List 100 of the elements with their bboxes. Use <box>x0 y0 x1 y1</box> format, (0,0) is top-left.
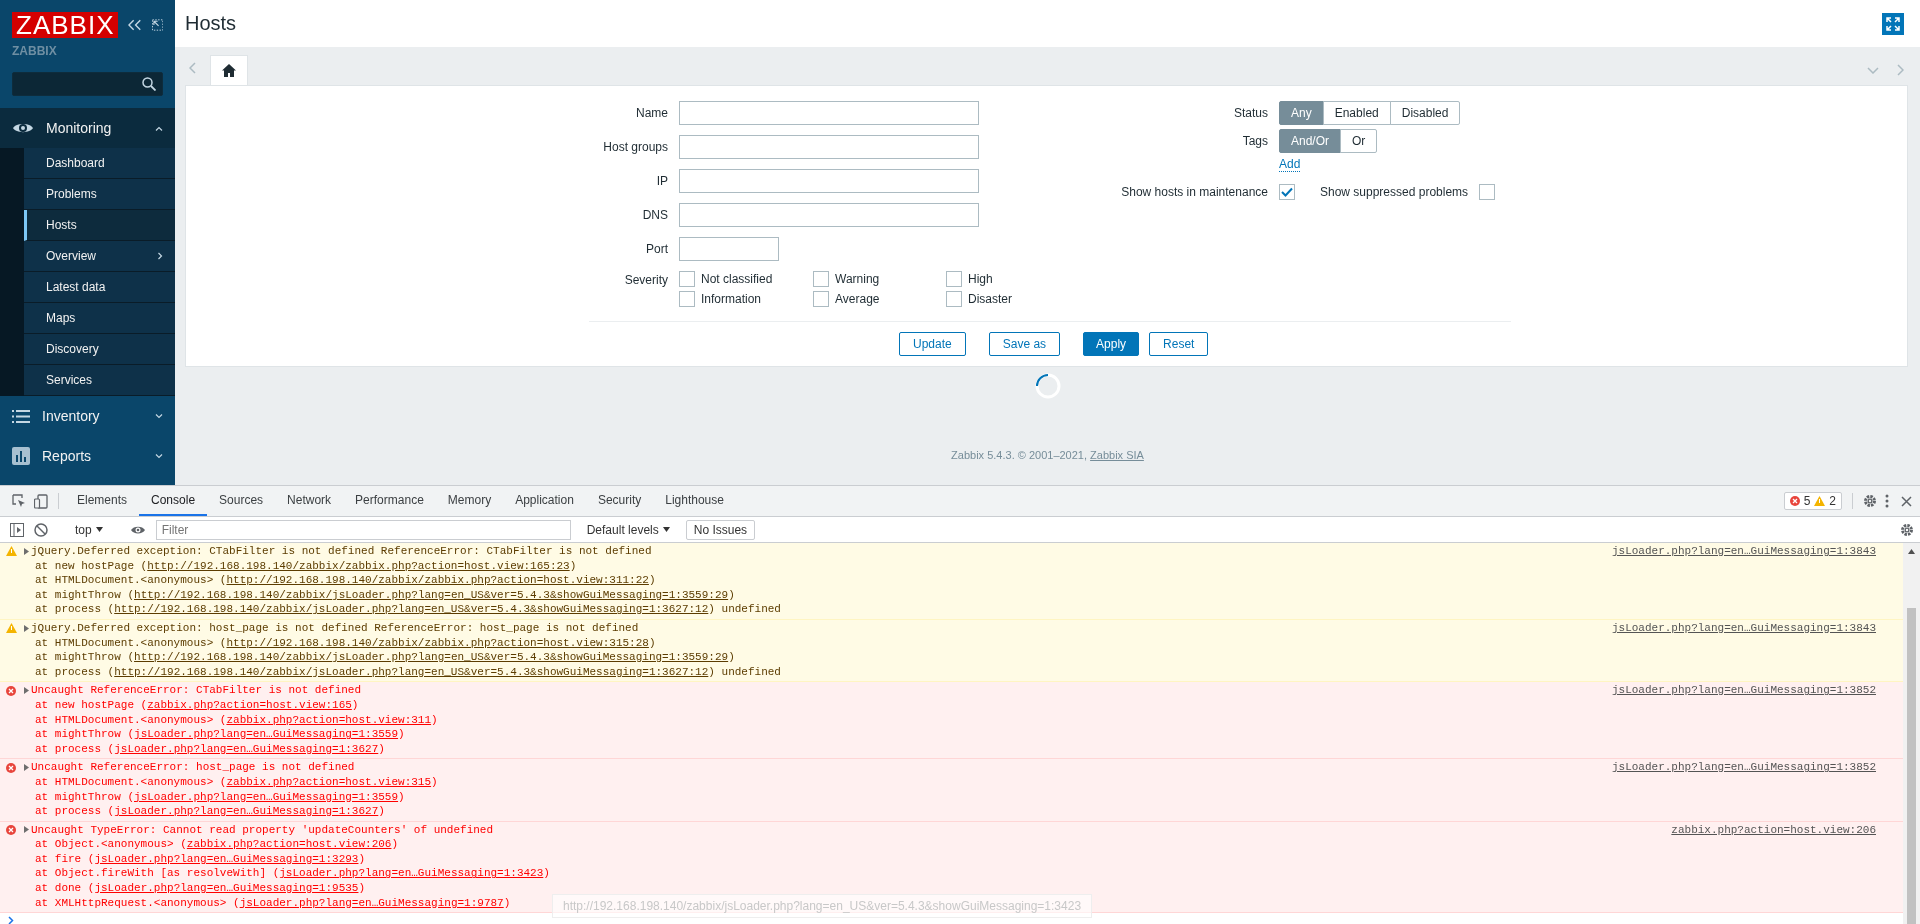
issues-button[interactable]: No Issues <box>685 519 756 540</box>
stack-frame: at mightThrow (http://192.168.198.140/zabbix/jsLoader.php?lang=en_US&ver=5.4.3&showGuiMessaging=1:3559:29) <box>35 587 735 603</box>
checkbox[interactable] <box>1479 184 1496 200</box>
field-label: Port <box>645 241 668 258</box>
scroll-up-icon[interactable] <box>1908 549 1915 554</box>
source-link[interactable]: jsLoader.php?lang=en…GuiMessaging=1:3293 <box>94 852 359 865</box>
search-field[interactable] <box>12 72 163 96</box>
source-link[interactable]: jsLoader.php?lang=en…GuiMessaging=1:3627 <box>114 805 379 818</box>
field-label: Status <box>1232 105 1268 122</box>
source-link[interactable]: jsLoader.php?lang=en…GuiMessaging=1:3559 <box>134 790 399 803</box>
input-field[interactable] <box>679 135 979 159</box>
filter-button[interactable]: Save as <box>988 332 1061 356</box>
levels-selector[interactable]: Default levels <box>580 522 676 537</box>
devtools-tab[interactable]: Network <box>275 486 344 516</box>
checkbox[interactable] <box>813 291 829 307</box>
devtools-tab[interactable]: Security <box>585 486 654 516</box>
message-text: jQuery.Deferred exception: CTabFilter is not defined ReferenceError: CTabFilter is not defined <box>31 544 652 559</box>
expand-triangle-icon[interactable] <box>24 687 29 695</box>
issue-counter[interactable]: 5 2 <box>1783 492 1842 510</box>
source-link[interactable]: zabbix.php?action=host.view:165 <box>147 698 352 711</box>
filter-button[interactable]: Reset <box>1149 332 1209 356</box>
segment-button[interactable]: Or <box>1340 129 1378 153</box>
submenu-item[interactable]: Overview <box>24 241 175 272</box>
filter-button[interactable]: Apply <box>1083 332 1140 356</box>
source-link[interactable]: jsLoader.php?lang=en…GuiMessaging=1:3559 <box>134 728 399 741</box>
source-link[interactable]: http://192.168.198.140/zabbix/zabbix.php?action=host.view:315:28 <box>226 636 649 649</box>
stack-frame: at XMLHttpRequest.<anonymous> (jsLoader.php?lang=en…GuiMessaging=1:9787) <box>35 895 511 911</box>
search-icon[interactable] <box>142 77 156 91</box>
expand-triangle-icon[interactable] <box>24 826 29 834</box>
checkbox[interactable] <box>946 271 962 287</box>
fullscreen-button[interactable] <box>1882 12 1904 35</box>
source-link[interactable]: jsLoader.php?lang=en…GuiMessaging=1:9535 <box>94 882 359 895</box>
warning-icon <box>6 546 17 557</box>
devtools-tab[interactable]: Sources <box>207 486 276 516</box>
checkbox[interactable] <box>813 271 829 287</box>
submenu-item[interactable]: Hosts <box>24 210 175 241</box>
source-link[interactable]: jsLoader.php?lang=en…GuiMessaging=1:9787 <box>239 896 504 909</box>
source-link[interactable]: zabbix.php?action=host.view:206 <box>186 838 392 851</box>
menu-item[interactable]: Reports <box>0 436 175 476</box>
source-link[interactable]: http://192.168.198.140/zabbix/zabbix.php?action=host.view:311:22 <box>226 574 649 587</box>
source-link[interactable]: http://192.168.198.140/zabbix/jsLoader.php?lang=en_US&ver=5.4.3&showGuiMessaging=1:3559:29 <box>134 651 729 664</box>
checkbox[interactable] <box>679 271 695 287</box>
logo[interactable]: ZABBIX <box>12 12 119 38</box>
collapse-icon[interactable] <box>128 19 142 31</box>
source-link[interactable]: jsLoader.php?lang=en…GuiMessaging=1:3852 <box>1611 760 1876 775</box>
source-link[interactable]: zabbix.php?action=host.view:315 <box>226 775 432 788</box>
prompt-icon <box>8 915 14 924</box>
source-link[interactable]: zabbix.php?action=host.view:311 <box>226 713 432 726</box>
submenu-item[interactable]: Dashboard <box>24 148 175 179</box>
source-link[interactable]: jsLoader.php?lang=en…GuiMessaging=1:3852 <box>1611 683 1876 698</box>
submenu-item[interactable]: Discovery <box>24 334 175 365</box>
field-label: DNS <box>641 207 668 224</box>
menu-item[interactable]: Inventory <box>0 396 175 436</box>
submenu-item[interactable]: Maps <box>24 303 175 334</box>
menu-item[interactable]: Monitoring <box>0 108 175 148</box>
stack-frame: at mightThrow (jsLoader.php?lang=en…GuiMessaging=1:3559) <box>35 789 405 805</box>
checkbox[interactable] <box>946 291 962 307</box>
home-icon[interactable] <box>222 64 236 77</box>
kiosk-icon[interactable] <box>151 19 163 31</box>
segment-button[interactable]: Disabled <box>1389 101 1461 125</box>
source-link[interactable]: http://192.168.198.140/zabbix/zabbix.php?action=host.view:165:23 <box>147 559 570 572</box>
input-field[interactable] <box>679 203 979 227</box>
source-link[interactable]: http://192.168.198.140/zabbix/jsLoader.php?lang=en_US&ver=5.4.3&showGuiMessaging=1:3627:12 <box>114 603 709 616</box>
home-tab[interactable] <box>210 55 248 85</box>
checkbox[interactable] <box>1279 184 1295 200</box>
expand-triangle-icon[interactable] <box>24 764 29 772</box>
input-field[interactable] <box>679 169 979 193</box>
expand-triangle-icon[interactable] <box>24 547 29 555</box>
source-link[interactable]: http://192.168.198.140/zabbix/jsLoader.php?lang=en_US&ver=5.4.3&showGuiMessaging=1:3627:12 <box>114 665 709 678</box>
message-text: jQuery.Deferred exception: host_page is not defined ReferenceError: host_page is not defined <box>31 620 639 636</box>
submenu-item[interactable]: Services <box>24 365 175 396</box>
message-text: Uncaught ReferenceError: host_page is not defined <box>31 760 355 775</box>
source-link[interactable]: jsLoader.php?lang=en…GuiMessaging=1:3843 <box>1611 620 1876 636</box>
stack-frame: at process (jsLoader.php?lang=en…GuiMessaging=1:3627) <box>35 741 385 757</box>
stack-frame: at HTMLDocument.<anonymous> (http://192.168.198.140/zabbix/zabbix.php?action=host.view:315:28) <box>35 635 656 651</box>
source-link[interactable]: jsLoader.php?lang=en…GuiMessaging=1:3843 <box>1611 544 1876 559</box>
source-link[interactable]: http://192.168.198.140/zabbix/jsLoader.php?lang=en_US&ver=5.4.3&showGuiMessaging=1:3559:29 <box>134 588 729 601</box>
filter-field[interactable]: Filter <box>155 519 571 540</box>
server-name: ZABBIX <box>12 44 58 58</box>
context-selector[interactable]: top <box>69 522 109 537</box>
input-field[interactable] <box>679 237 779 261</box>
devtools-tab[interactable]: Lighthouse <box>653 486 736 516</box>
devtools-tab[interactable]: Performance <box>343 486 436 516</box>
scrollbar[interactable] <box>1903 543 1920 924</box>
expand-triangle-icon[interactable] <box>24 624 29 632</box>
devtools-tab[interactable]: Application <box>503 486 586 516</box>
field-label: IP <box>655 173 668 190</box>
filter-button[interactable]: Update <box>899 332 966 356</box>
stack-frame: at new hostPage (zabbix.php?action=host.view:165) <box>35 697 359 713</box>
devtools-tab[interactable]: Elements <box>65 486 140 516</box>
segment-button[interactable]: Enabled <box>1322 101 1391 125</box>
add-link[interactable]: Add <box>1279 157 1301 172</box>
submenu-item[interactable]: Latest data <box>24 272 175 303</box>
input-field[interactable] <box>679 101 979 125</box>
source-link[interactable]: zabbix.php?action=host.view:206 <box>1671 822 1876 838</box>
devtools-tab[interactable]: Memory <box>435 486 504 516</box>
submenu-item[interactable]: Problems <box>24 179 175 210</box>
source-link[interactable]: jsLoader.php?lang=en…GuiMessaging=1:3627 <box>114 742 379 755</box>
checkbox[interactable] <box>679 291 695 307</box>
source-link[interactable]: jsLoader.php?lang=en…GuiMessaging=1:3423 <box>279 867 544 880</box>
